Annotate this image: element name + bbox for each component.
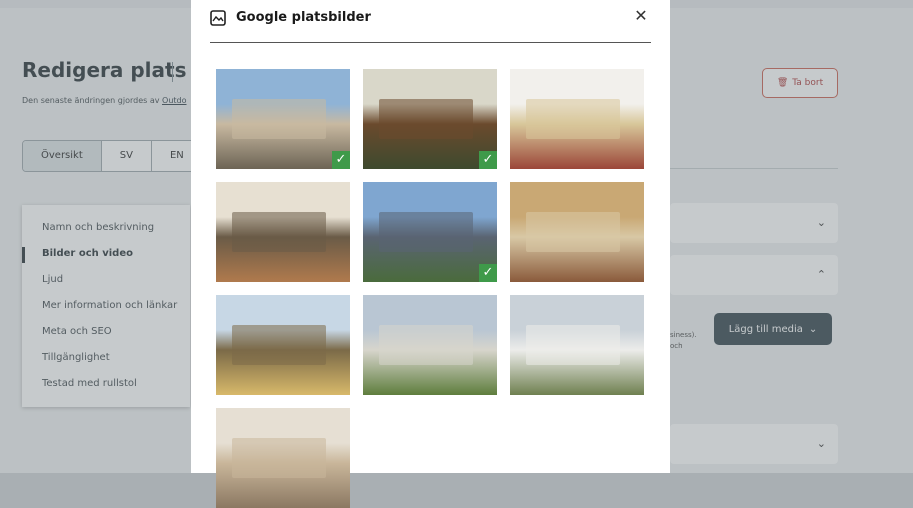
photo-content: [232, 212, 326, 252]
photo-content: [232, 325, 326, 365]
photo-content: [526, 99, 620, 139]
checkmark-icon: ✓: [479, 151, 497, 169]
photo-thumbnail[interactable]: [216, 295, 350, 395]
photo-content: [232, 99, 326, 139]
photo-content: [379, 325, 473, 365]
modal-divider: [210, 42, 651, 43]
photo-thumbnail[interactable]: ✓: [363, 69, 497, 169]
photo-content: [232, 438, 326, 478]
photo-content: [379, 99, 473, 139]
photo-content: [526, 212, 620, 252]
image-icon: [210, 10, 226, 26]
photo-thumbnail[interactable]: [510, 69, 644, 169]
photo-thumbnail[interactable]: [216, 408, 350, 508]
photo-thumbnail[interactable]: [363, 295, 497, 395]
photo-thumbnail[interactable]: ✓: [363, 182, 497, 282]
photo-thumbnail[interactable]: [216, 182, 350, 282]
photo-content: [379, 212, 473, 252]
checkmark-icon: ✓: [479, 264, 497, 282]
close-icon[interactable]: ✕: [633, 8, 649, 24]
photo-thumbnail[interactable]: [510, 182, 644, 282]
photo-thumbnail[interactable]: ✓: [216, 69, 350, 169]
photo-content: [526, 325, 620, 365]
photo-thumbnail[interactable]: [510, 295, 644, 395]
modal-title: Google platsbilder: [236, 10, 371, 25]
checkmark-icon: ✓: [332, 151, 350, 169]
google-photos-modal: Google platsbilder ✕ ✓ ✓ ✓: [191, 0, 670, 508]
